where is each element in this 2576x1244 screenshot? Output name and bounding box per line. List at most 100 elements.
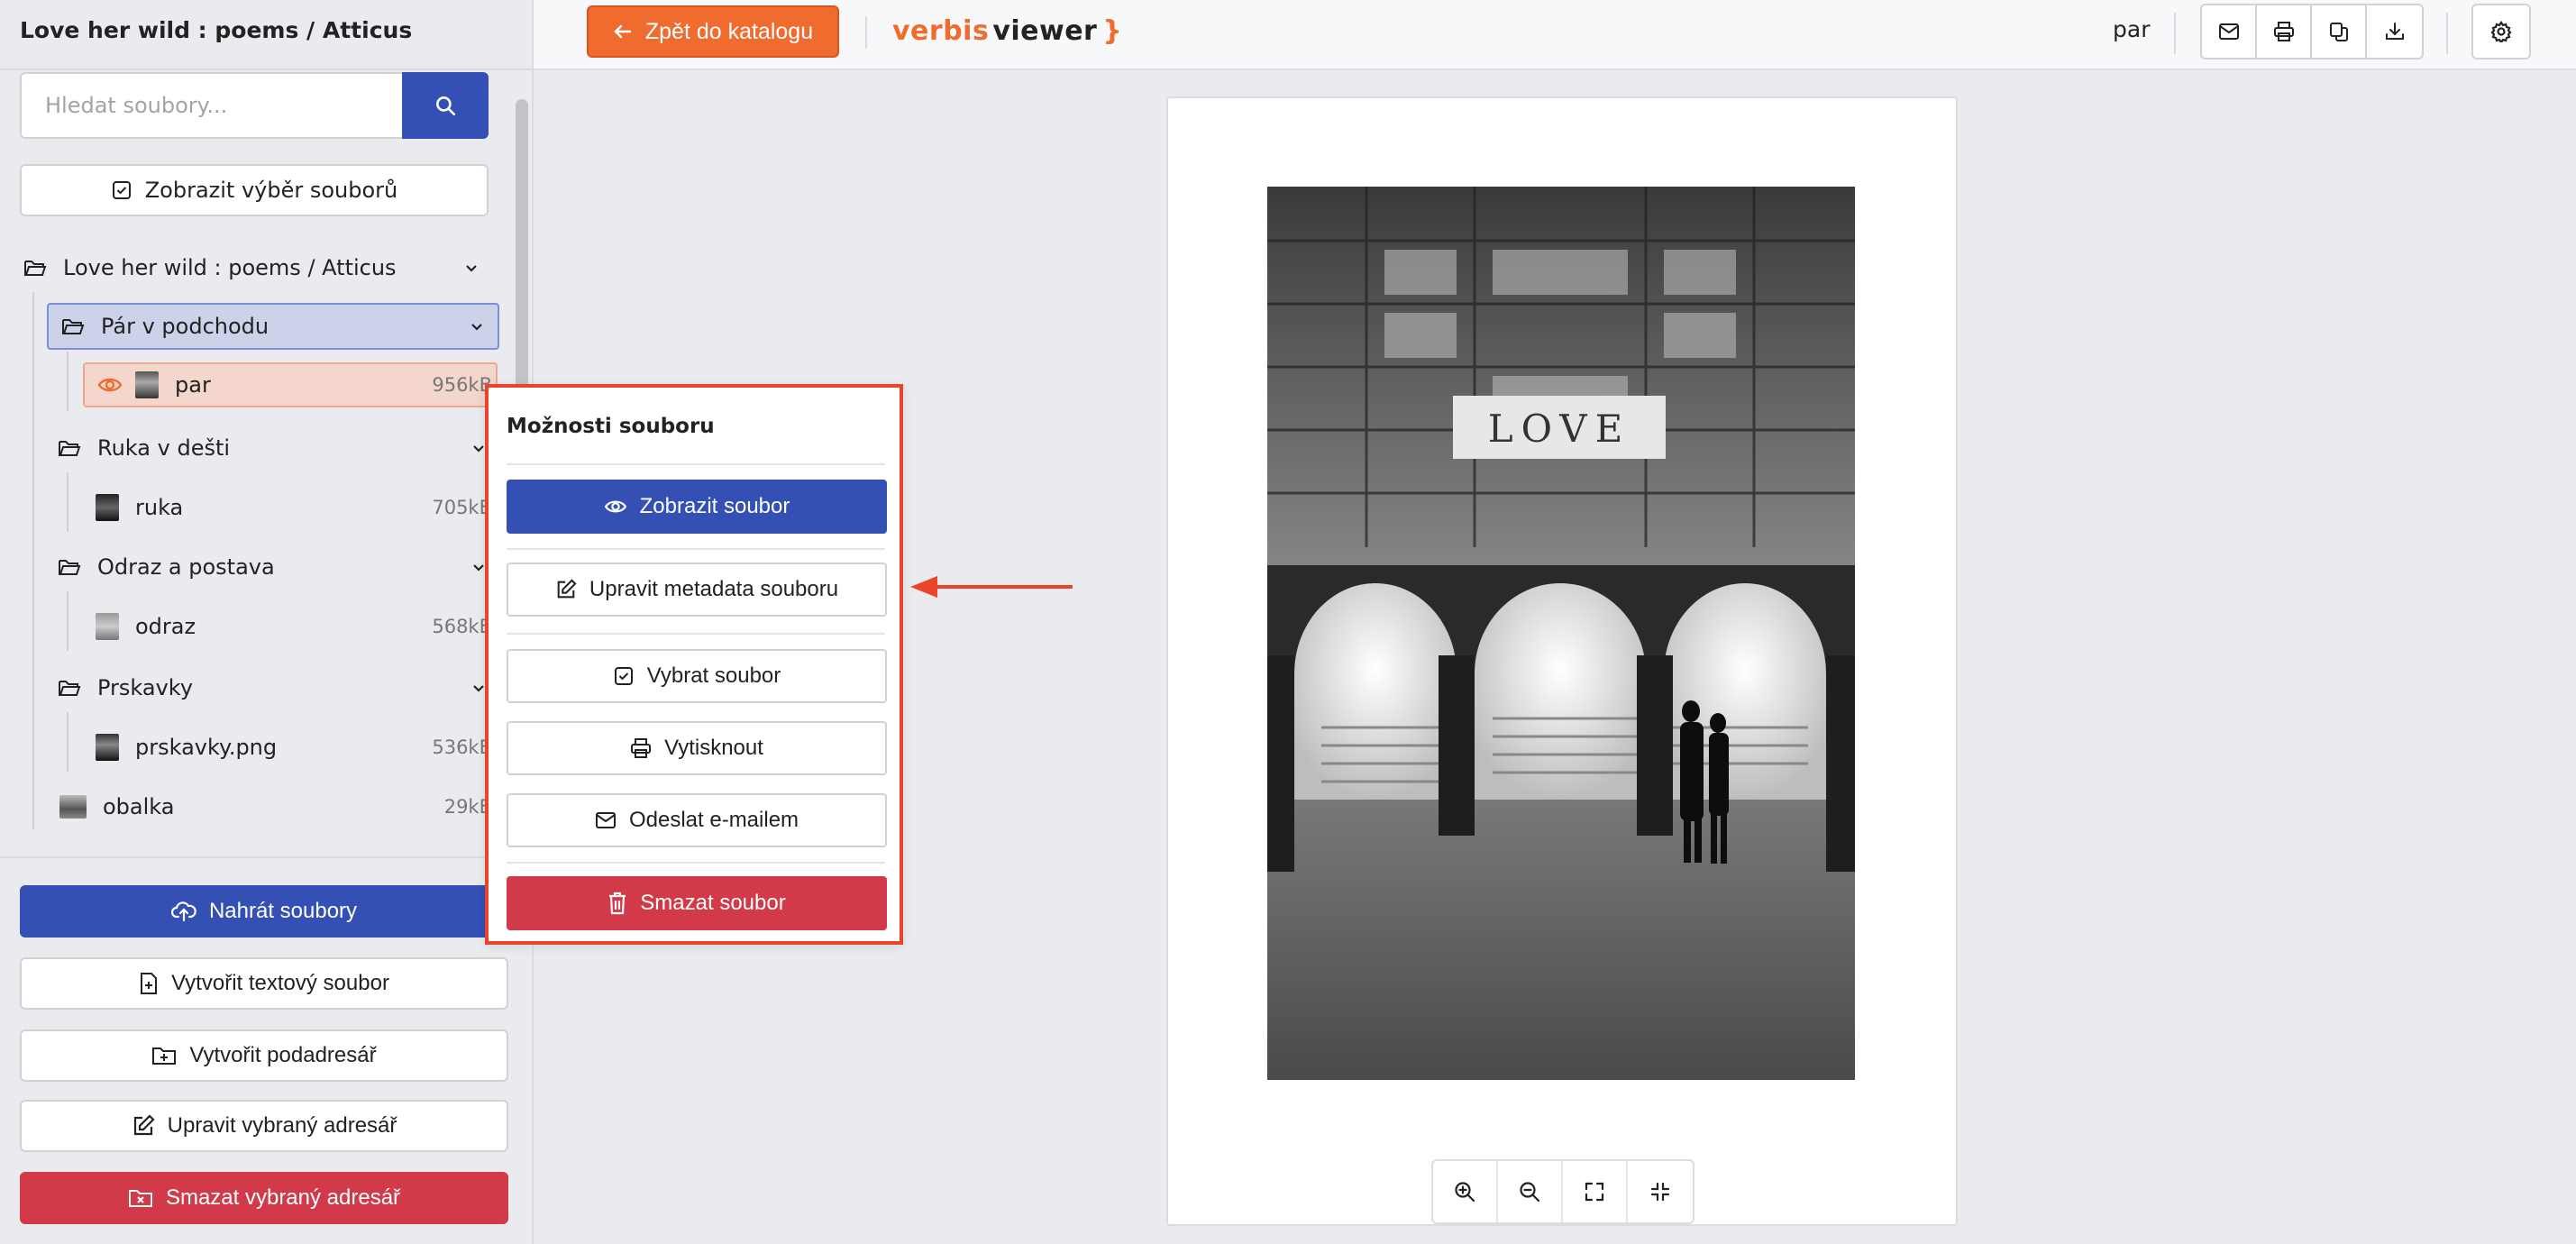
create-text-file-button[interactable]: Vytvořit textový soubor	[20, 957, 508, 1010]
show-selection-label: Zobrazit výběr souborů	[144, 178, 398, 203]
tree-guide	[32, 292, 34, 829]
document-image[interactable]: LOVE	[1267, 187, 1855, 1080]
tree-folder-ruka-v-desti[interactable]: Ruka v dešti	[58, 424, 499, 472]
search-input[interactable]	[20, 72, 402, 139]
file-label: obalka	[103, 794, 175, 819]
file-size: 536kB	[432, 736, 492, 758]
tree-file-prskavky[interactable]: prskavky.png 536kB	[96, 723, 492, 772]
checkbox-icon	[614, 667, 633, 685]
divider	[865, 16, 867, 49]
edit-metadata-label: Upravit metadata souboru	[589, 577, 839, 601]
zoom-out-button[interactable]	[1498, 1161, 1563, 1222]
edit-metadata-button[interactable]: Upravit metadata souboru	[507, 563, 887, 617]
view-file-button[interactable]: Zobrazit soubor	[507, 480, 887, 534]
folder-label: Prskavky	[97, 675, 194, 700]
delete-directory-button[interactable]: Smazat vybraný adresář	[20, 1172, 508, 1224]
divider	[2446, 13, 2448, 54]
folder-open-icon	[59, 441, 81, 456]
print-file-button[interactable]: Vytisknout	[507, 721, 887, 775]
zoom-controls	[1431, 1159, 1694, 1224]
chevron-down-icon[interactable]	[463, 260, 480, 276]
sidebar-title: Love her wild : poems / Atticus	[20, 17, 413, 43]
popup-title: Možnosti souboru	[507, 415, 715, 438]
file-size: 568kB	[432, 616, 492, 637]
divider	[507, 862, 885, 864]
folder-open-icon	[62, 319, 85, 334]
file-thumbnail	[96, 494, 119, 521]
file-label: ruka	[135, 495, 184, 520]
copy-icon	[2329, 23, 2348, 41]
tree-folder-root[interactable]: Love her wild : poems / Atticus	[23, 243, 492, 292]
sidebar: Love her wild : poems / Atticus Zobrazit…	[0, 0, 534, 1244]
file-thumbnail	[96, 734, 119, 761]
edit-directory-button[interactable]: Upravit vybraný adresář	[20, 1100, 508, 1152]
divider	[0, 856, 534, 858]
tree-file-odraz[interactable]: odraz 568kB	[96, 602, 492, 651]
tree-folder-odraz-a-postava[interactable]: Odraz a postava	[58, 543, 499, 591]
arrow-left-icon	[614, 24, 632, 39]
photo-underpass: LOVE	[1267, 187, 1855, 1080]
chevron-down-icon[interactable]	[469, 318, 485, 334]
create-subdirectory-button[interactable]: Vytvořit podadresář	[20, 1029, 508, 1082]
fullscreen-icon	[1585, 1182, 1604, 1202]
back-label: Zpět do katalogu	[644, 18, 814, 44]
email-file-button[interactable]: Odeslat e-mailem	[507, 793, 887, 847]
trash-icon	[609, 892, 626, 915]
file-thumbnail	[96, 613, 119, 640]
file-actions-group	[2200, 4, 2424, 59]
folder-delete-icon	[128, 1190, 152, 1207]
select-file-button[interactable]: Vybrat soubor	[507, 649, 887, 703]
file-size: 705kB	[432, 497, 492, 518]
create-subdir-label: Vytvořit podadresář	[189, 1043, 377, 1067]
annotation-arrow-icon	[910, 576, 1073, 598]
checkbox-icon	[112, 181, 131, 199]
tree-file-ruka[interactable]: ruka 705kB	[96, 483, 492, 532]
upload-files-button[interactable]: Nahrát soubory	[20, 885, 508, 938]
zoom-out-icon	[1520, 1182, 1540, 1203]
file-label: par	[175, 372, 211, 398]
download-icon	[2385, 23, 2404, 40]
search-button[interactable]	[402, 72, 489, 139]
mail-icon	[2218, 23, 2239, 40]
settings-button[interactable]	[2471, 4, 2531, 59]
upload-label: Nahrát soubory	[208, 899, 358, 923]
folder-open-icon	[59, 681, 81, 696]
tree-file-obalka[interactable]: obalka 29kB	[59, 782, 492, 831]
show-selection-button[interactable]: Zobrazit výběr souborů	[20, 164, 489, 216]
copy-button[interactable]	[2312, 5, 2367, 58]
file-thumbnail	[135, 371, 159, 398]
create-text-label: Vytvořit textový soubor	[171, 971, 389, 995]
print-button[interactable]	[2257, 5, 2312, 58]
fullscreen-button[interactable]	[1563, 1161, 1628, 1222]
folder-label: Odraz a postava	[97, 554, 275, 580]
email-label: Odeslat e-mailem	[628, 808, 799, 832]
folder-label: Ruka v dešti	[97, 435, 231, 461]
tree-folder-par-v-podchodu[interactable]: Pár v podchodu	[47, 303, 499, 350]
file-label: prskavky.png	[135, 735, 278, 760]
eye-icon	[97, 378, 123, 392]
delete-file-button[interactable]: Smazat soubor	[507, 876, 887, 930]
eye-icon	[604, 500, 626, 513]
print-icon	[2273, 22, 2294, 41]
file-plus-icon	[141, 973, 158, 994]
tree-guide	[67, 591, 69, 651]
download-button[interactable]	[2367, 5, 2422, 58]
search-icon	[436, 96, 456, 116]
email-button[interactable]	[2202, 5, 2257, 58]
divider	[507, 548, 885, 550]
current-file-name: par	[2113, 16, 2151, 42]
file-label: odraz	[135, 614, 196, 639]
divider	[0, 69, 534, 70]
fit-screen-button[interactable]	[1628, 1161, 1693, 1222]
delete-file-label: Smazat soubor	[640, 891, 786, 915]
gear-icon	[2490, 21, 2512, 42]
back-to-catalog-button[interactable]: Zpět do katalogu	[587, 5, 839, 58]
file-thumbnail	[59, 795, 87, 819]
tree-guide	[67, 712, 69, 772]
tree-folder-prskavky[interactable]: Prskavky	[58, 663, 499, 712]
tree-file-par[interactable]: par 956kB	[83, 362, 498, 407]
zoom-in-button[interactable]	[1433, 1161, 1498, 1222]
folder-open-icon	[59, 560, 81, 575]
folder-plus-icon	[152, 1047, 177, 1065]
folder-label: Pár v podchodu	[101, 314, 269, 339]
